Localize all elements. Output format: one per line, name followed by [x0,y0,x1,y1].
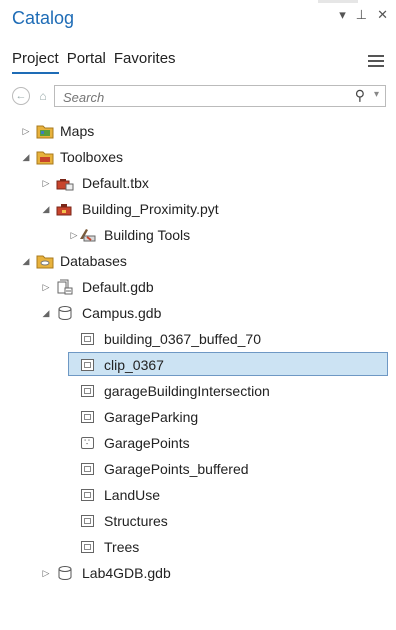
tab-portal[interactable]: Portal [67,48,106,74]
tab-favorites[interactable]: Favorites [114,48,176,74]
toolset-icon [78,226,96,244]
tree-item[interactable]: building_0367_buffed_70 [0,326,396,352]
catalog-tabs: Project Portal Favorites [12,48,176,74]
polygon-feature-class-icon [78,382,96,400]
tree-item[interactable]: ◢ Databases [0,248,396,274]
tree-item-label: Campus.gdb [82,305,162,321]
tree-item-label: LandUse [104,487,161,503]
toolboxes-folder-icon [36,148,54,166]
polygon-feature-class-icon [78,460,96,478]
expanded-triangle-icon[interactable]: ◢ [40,307,52,319]
tree-item[interactable]: ▷ Maps [0,118,396,144]
tree-item[interactable]: ▷ Default.tbx [0,170,396,196]
tree-item-label: GaragePoints_buffered [104,461,249,477]
search-options-chevron-icon[interactable]: ▾ [374,89,379,100]
tree-item-label: Building_Proximity.pyt [82,201,219,217]
tree-item-label: building_0367_buffed_70 [104,331,262,347]
tree-item[interactable]: ▷ Default.gdb [0,274,396,300]
hamburger-menu-icon[interactable] [368,52,384,70]
pane-title: Catalog [12,8,75,28]
tree-item-label: Building Tools [104,227,191,243]
polygon-feature-class-icon [78,538,96,556]
close-icon[interactable]: ✕ [377,8,388,22]
expanded-triangle-icon[interactable]: ◢ [20,255,32,267]
tree-item-label: Trees [104,539,140,555]
tree-item[interactable]: Trees [0,534,396,560]
back-arrow-icon[interactable]: ← [12,87,30,105]
geodatabase-icon [56,564,74,582]
collapsed-triangle-icon[interactable]: ▷ [40,281,52,293]
geodatabase-icon [56,304,74,322]
home-icon[interactable]: ⌂ [34,87,52,105]
polygon-feature-class-icon [78,486,96,504]
tree-item[interactable]: ◢ Campus.gdb [0,300,396,326]
collapsed-triangle-icon[interactable]: ▷ [40,567,52,579]
search-row: ← ⌂ ⚲ ▾ [12,85,386,109]
polygon-feature-class-icon [78,512,96,530]
tree-item-label: Maps [60,123,95,139]
toolbox-default-icon [56,174,74,192]
tree-item[interactable]: ◢ Building_Proximity.pyt [0,196,396,222]
search-input[interactable] [61,88,335,106]
tree-item[interactable]: ▷ Lab4GDB.gdb [0,560,396,586]
search-icon[interactable]: ⚲ [355,87,365,104]
tree-item[interactable]: LandUse [0,482,396,508]
databases-folder-icon [36,252,54,270]
polygon-feature-class-icon [78,408,96,426]
tree-item[interactable]: garageBuildingIntersection [0,378,396,404]
tree-item-label: GarageParking [104,409,199,425]
pin-icon[interactable]: ⊥ [356,8,367,22]
tree-item[interactable]: ◢ Toolboxes [0,144,396,170]
point-feature-class-icon: ∵ [78,434,96,452]
tree-item[interactable]: clip_0367 [0,352,396,378]
tree-item-label: Default.tbx [82,175,149,191]
tree-item[interactable]: Structures [0,508,396,534]
tree-item-label: Structures [104,513,168,529]
search-box: ⚲ ▾ [54,85,386,107]
pane-titlebar: Catalog ▾ ⊥ ✕ [0,0,396,38]
tree-item-label: Databases [60,253,127,269]
tree-item-label: GaragePoints [104,435,190,451]
tree-item[interactable]: ▷ Building Tools [0,222,396,248]
tree-item-label: clip_0367 [104,357,164,373]
tree-item[interactable]: GaragePoints_buffered [0,456,396,482]
options-dropdown-icon[interactable]: ▾ [339,8,346,22]
tree-item-label: Lab4GDB.gdb [82,565,171,581]
tree-item-label: Toolboxes [60,149,124,165]
maps-folder-icon [36,122,54,140]
tree-item[interactable]: GarageParking [0,404,396,430]
default-geodatabase-icon [56,278,74,296]
python-toolbox-icon [56,200,74,218]
polygon-feature-class-icon [78,356,96,374]
pane-window-controls: ▾ ⊥ ✕ [339,8,388,22]
collapsed-triangle-icon[interactable]: ▷ [20,125,32,137]
collapsed-triangle-icon[interactable]: ▷ [40,177,52,189]
tree-item-label: Default.gdb [82,279,154,295]
polygon-feature-class-icon [78,330,96,348]
tree-item[interactable]: ∵ GaragePoints [0,430,396,456]
tab-project[interactable]: Project [12,48,59,74]
expanded-triangle-icon[interactable]: ◢ [20,151,32,163]
tree-item-label: garageBuildingIntersection [104,383,270,399]
expanded-triangle-icon[interactable]: ◢ [40,203,52,215]
